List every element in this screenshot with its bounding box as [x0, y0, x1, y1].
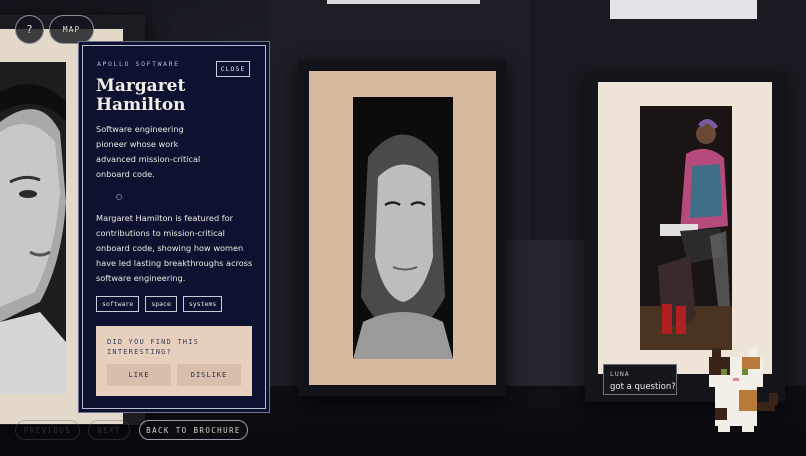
previous-button[interactable]: PREVIOUS [15, 420, 80, 440]
card-title-line2: Hamilton [96, 95, 186, 115]
tag[interactable]: systems [182, 296, 223, 312]
map-label: MAP [62, 25, 81, 34]
artwork-photo-speaker [640, 106, 732, 350]
artwork-info-card: APOLLO SOFTWARE CLOSE Margaret Hamilton … [82, 45, 266, 409]
card-description: Margaret Hamilton is featured for contri… [96, 213, 253, 283]
divider-dot-icon [116, 194, 122, 200]
card-title: Margaret Hamilton [96, 77, 246, 115]
card-kicker: APOLLO SOFTWARE [97, 60, 180, 68]
tag-list: software space systems [96, 296, 223, 312]
chat-message: got a question? [610, 382, 676, 392]
artwork-frame-center[interactable] [298, 60, 506, 396]
map-button[interactable]: MAP [49, 15, 94, 44]
ceiling-sign [610, 0, 757, 19]
feedback-question: DID YOU FIND THIS INTERESTING? [107, 338, 200, 356]
dislike-button[interactable]: DISLIKE [177, 364, 241, 386]
close-button[interactable]: CLOSE [216, 61, 250, 77]
like-button[interactable]: LIKE [107, 364, 171, 386]
next-button[interactable]: NEXT [88, 420, 130, 440]
help-button[interactable]: ? [15, 15, 44, 44]
cat-mascot-icon[interactable] [706, 348, 784, 438]
card-summary: Software engineering pioneer whose work … [96, 124, 201, 179]
back-to-brochure-button[interactable]: BACK TO BROCHURE [139, 420, 248, 440]
ceiling-sign [327, 0, 480, 4]
help-label: ? [26, 23, 33, 36]
chat-bubble[interactable]: LUNA got a question? [603, 364, 677, 395]
feedback-panel: DID YOU FIND THIS INTERESTING? LIKE DISL… [96, 326, 252, 396]
chat-assistant-name: LUNA [610, 370, 630, 378]
artwork-photo-hamilton [353, 97, 453, 359]
card-title-line1: Margaret [96, 76, 186, 96]
tag[interactable]: software [96, 296, 140, 312]
tag[interactable]: space [145, 296, 177, 312]
artwork-photo-portrait [0, 62, 66, 394]
